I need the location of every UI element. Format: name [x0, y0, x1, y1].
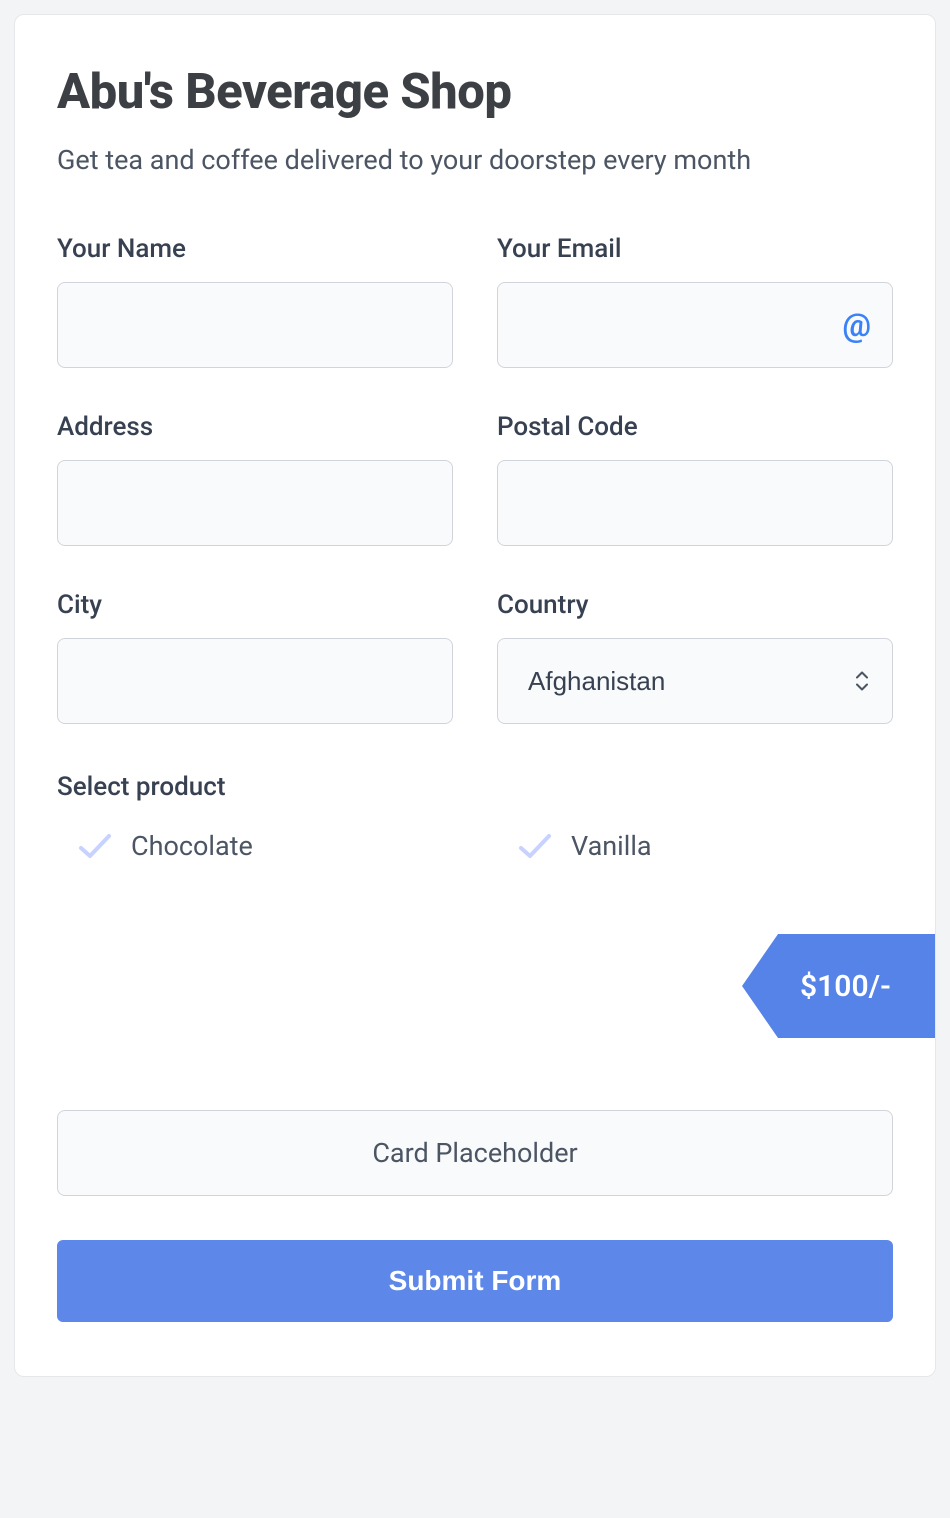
check-icon: [517, 832, 553, 860]
product-option-chocolate[interactable]: Chocolate: [57, 830, 453, 862]
price-tag: $100/-: [742, 934, 935, 1038]
field-email: Your Email @: [497, 234, 893, 368]
email-input[interactable]: [497, 282, 893, 368]
postal-input[interactable]: [497, 460, 893, 546]
label-email: Your Email: [497, 234, 893, 264]
label-product: Select product: [57, 772, 893, 802]
label-address: Address: [57, 412, 453, 442]
label-country: Country: [497, 590, 893, 620]
label-postal: Postal Code: [497, 412, 893, 442]
field-postal: Postal Code: [497, 412, 893, 546]
label-city: City: [57, 590, 453, 620]
check-icon: [77, 832, 113, 860]
field-city: City: [57, 590, 453, 724]
product-option-label: Chocolate: [131, 830, 253, 862]
card-placeholder[interactable]: Card Placeholder: [57, 1110, 893, 1196]
field-name: Your Name: [57, 234, 453, 368]
form-card: Abu's Beverage Shop Get tea and coffee d…: [14, 14, 936, 1377]
product-option-label: Vanilla: [571, 830, 652, 862]
field-country: Country Afghanistan: [497, 590, 893, 724]
label-name: Your Name: [57, 234, 453, 264]
price-row: $100/-: [57, 934, 935, 1038]
country-select[interactable]: Afghanistan: [497, 638, 893, 724]
card-placeholder-text: Card Placeholder: [372, 1137, 577, 1169]
product-option-vanilla[interactable]: Vanilla: [497, 830, 893, 862]
price-value: $100/-: [800, 969, 891, 1004]
page-subtitle: Get tea and coffee delivered to your doo…: [57, 144, 893, 176]
field-address: Address: [57, 412, 453, 546]
form-grid: Your Name Your Email @ Address Postal Co…: [57, 234, 893, 724]
address-input[interactable]: [57, 460, 453, 546]
product-section: Select product Chocolate Vanilla: [57, 772, 893, 862]
city-input[interactable]: [57, 638, 453, 724]
page-title: Abu's Beverage Shop: [57, 63, 893, 120]
submit-button[interactable]: Submit Form: [57, 1240, 893, 1322]
name-input[interactable]: [57, 282, 453, 368]
